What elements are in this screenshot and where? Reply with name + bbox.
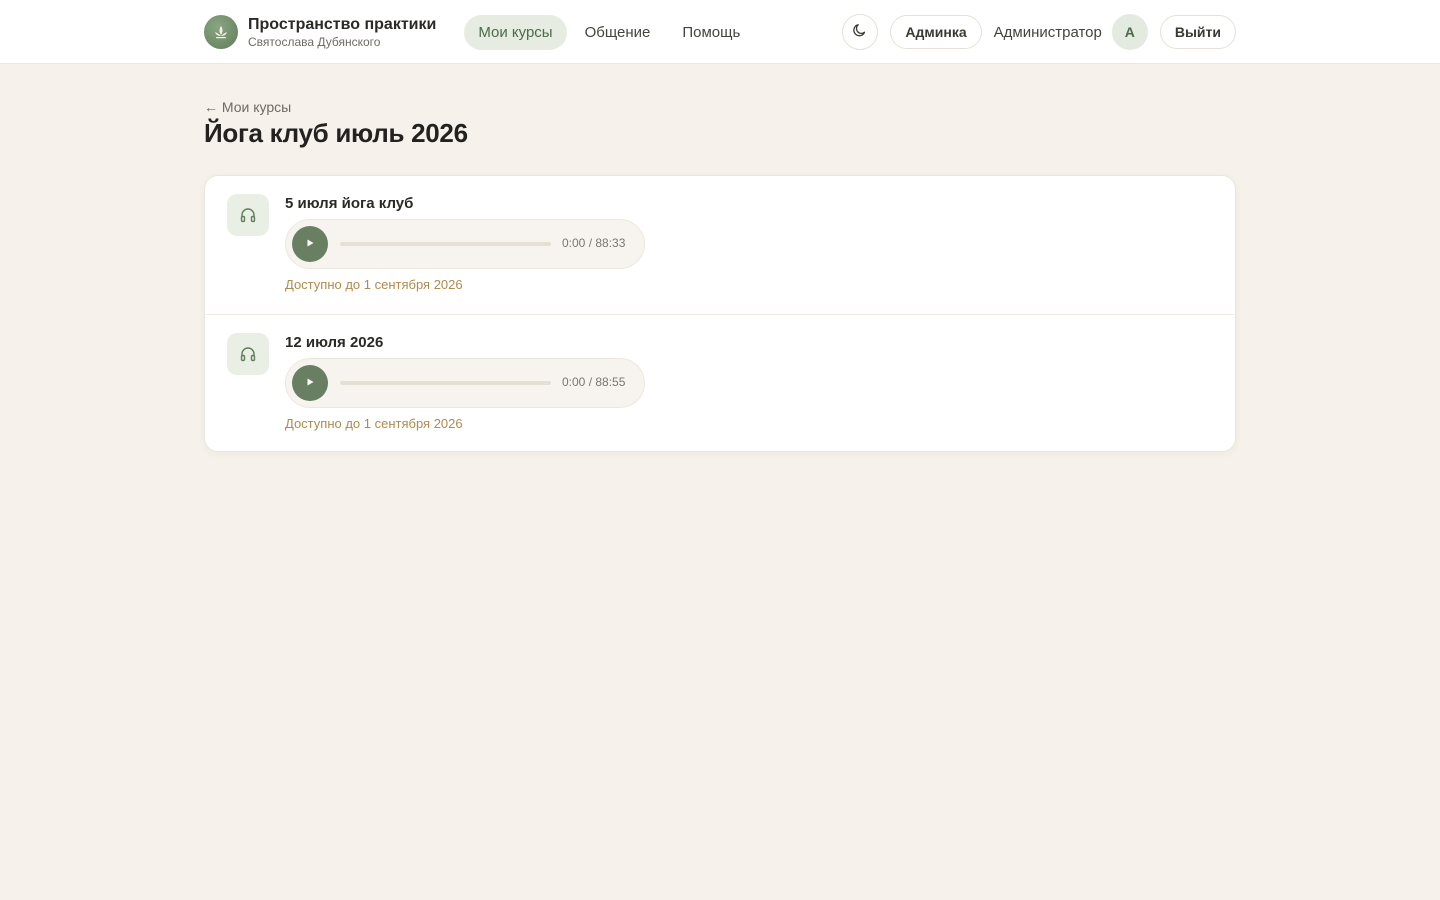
- user-name: Администратор: [993, 23, 1102, 41]
- play-icon: [305, 374, 315, 392]
- page-title: Йога клуб июль 2026: [204, 118, 468, 148]
- progress-track[interactable]: [340, 381, 551, 385]
- progress-track[interactable]: [340, 242, 551, 246]
- moon-icon: [852, 22, 868, 43]
- play-icon: [305, 235, 315, 253]
- brand-text: Пространство практики Святослава Дубянск…: [248, 15, 437, 49]
- header-inner: Пространство практики Святослава Дубянск…: [204, 0, 1236, 64]
- brand[interactable]: Пространство практики Святослава Дубянск…: [204, 15, 436, 49]
- brand-subtitle: Святослава Дубянского: [248, 34, 381, 49]
- time-display: 0:00 / 88:55: [562, 375, 626, 389]
- lesson-title: 5 июля йога клуб: [285, 195, 414, 212]
- play-button[interactable]: [292, 226, 328, 262]
- nav-my-courses[interactable]: Мои курсы: [464, 14, 567, 50]
- nav-community[interactable]: Общение: [571, 15, 665, 50]
- brand-title: Пространство практики: [248, 15, 437, 33]
- logout-button[interactable]: Выйти: [1159, 15, 1236, 49]
- lotus-logo-icon: [204, 15, 238, 49]
- audio-player: 0:00 / 88:33: [285, 219, 645, 269]
- lessons-card: 5 июля йога клуб 0:00 / 88:33 Доступно д…: [204, 175, 1236, 452]
- audio-player: 0:00 / 88:55: [285, 358, 645, 408]
- headphones-icon: [227, 333, 269, 375]
- main-nav: Мои курсы Общение Помощь: [464, 14, 758, 50]
- lesson-item: 5 июля йога клуб 0:00 / 88:33 Доступно д…: [205, 176, 1235, 314]
- avatar[interactable]: А: [1111, 14, 1148, 50]
- time-display: 0:00 / 88:33: [562, 236, 626, 250]
- availability-text: Доступно до 1 сентября 2026: [285, 277, 463, 292]
- admin-button[interactable]: Админка: [890, 15, 982, 49]
- header-right: Админка Администратор А Выйти: [842, 14, 1236, 50]
- play-button[interactable]: [292, 365, 328, 401]
- lesson-item: 12 июля 2026 0:00 / 88:55 Доступно до 1 …: [205, 314, 1235, 451]
- lesson-title: 12 июля 2026: [285, 334, 384, 351]
- nav-help[interactable]: Помощь: [668, 15, 754, 50]
- availability-text: Доступно до 1 сентября 2026: [285, 416, 463, 431]
- back-to-courses-link[interactable]: ← Мои курсы: [204, 99, 291, 115]
- headphones-icon: [227, 194, 269, 236]
- theme-toggle-button[interactable]: [842, 14, 879, 50]
- top-header: Пространство практики Святослава Дубянск…: [0, 0, 1440, 64]
